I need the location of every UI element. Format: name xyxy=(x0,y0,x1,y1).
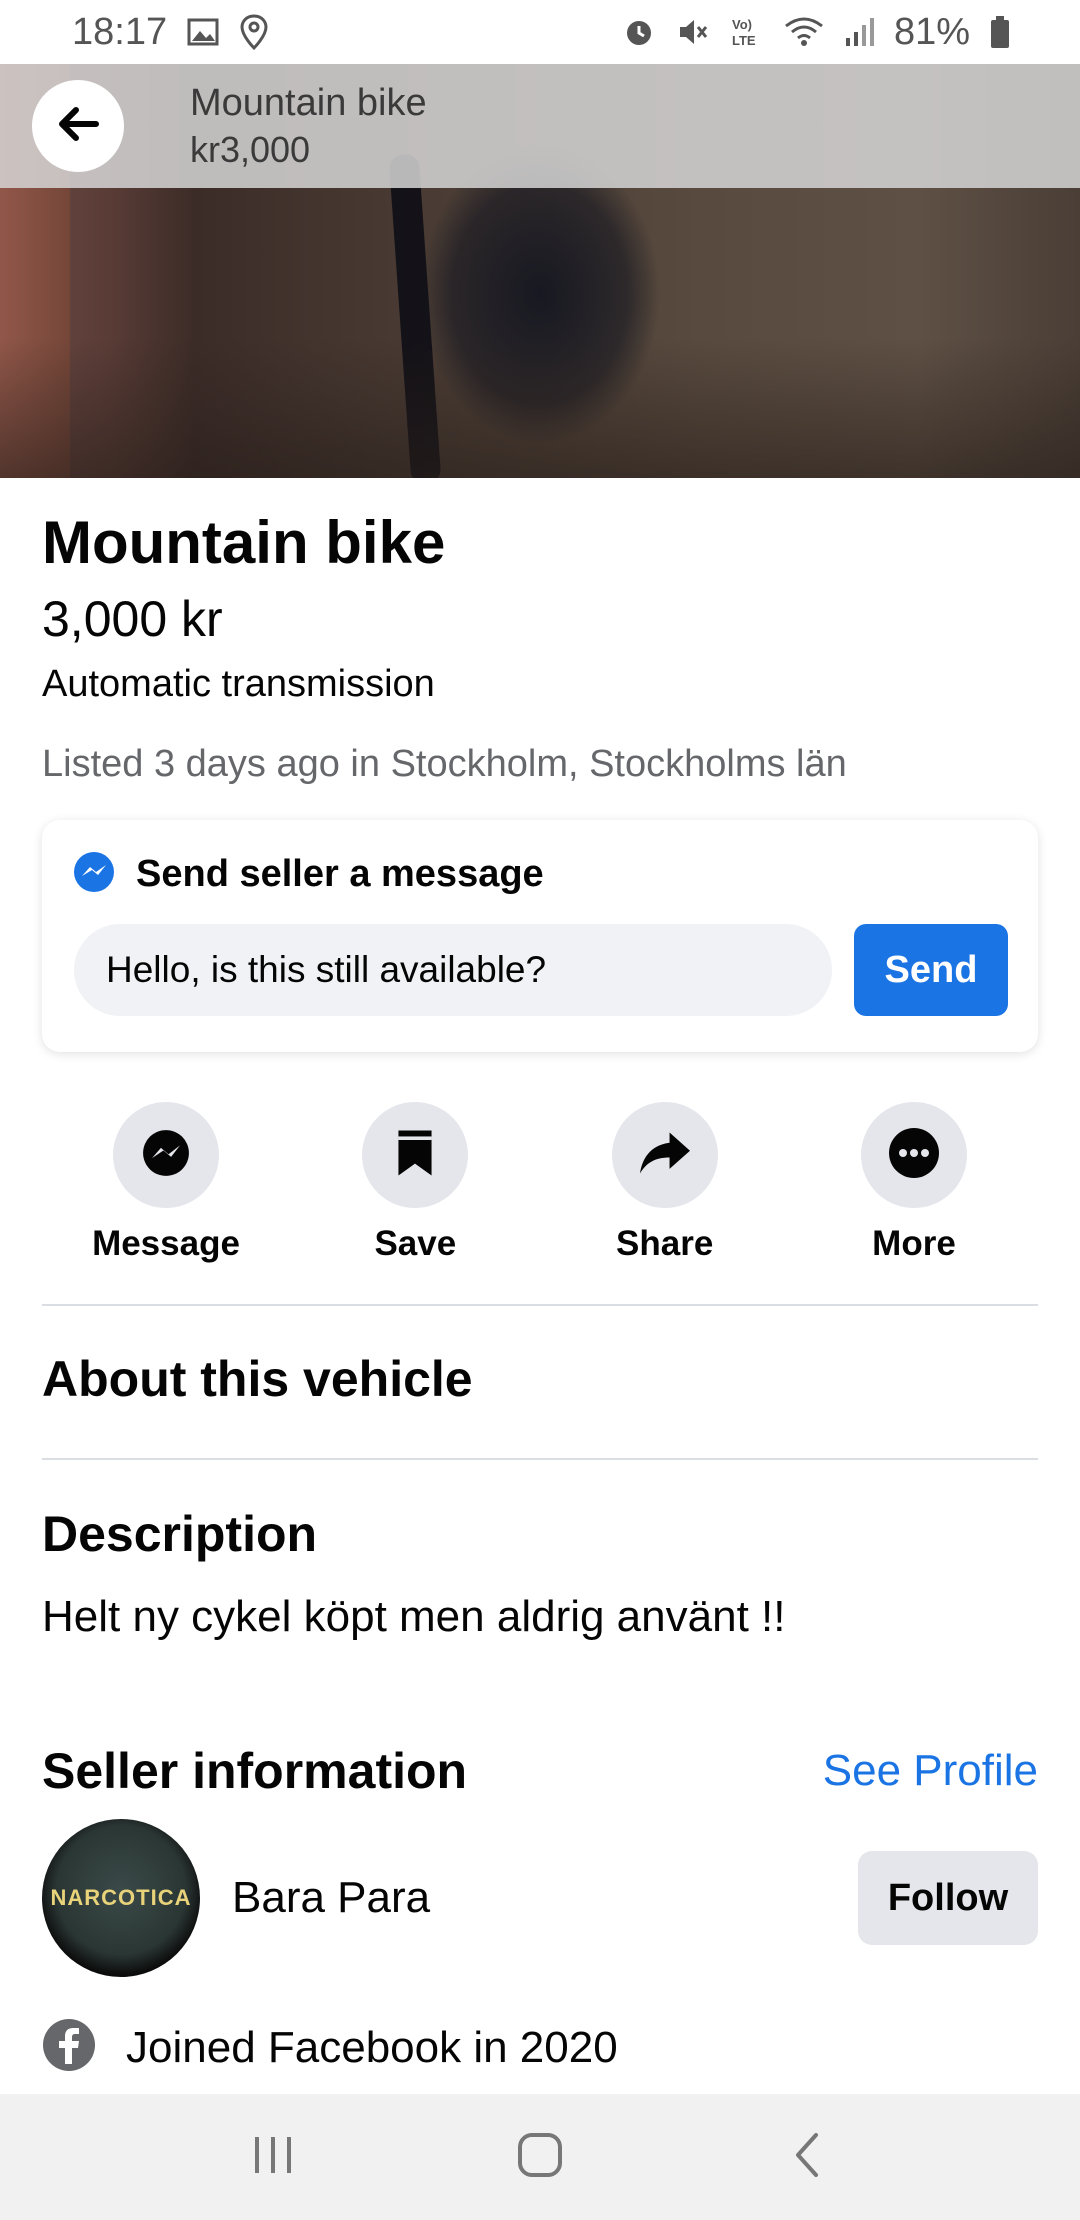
back-nav-button[interactable] xyxy=(757,2107,857,2207)
share-action-button[interactable] xyxy=(611,1102,718,1208)
divider xyxy=(42,1458,1038,1460)
save-action[interactable]: Save xyxy=(321,1102,509,1264)
recent-apps-icon xyxy=(251,2135,295,2180)
listing-header: Mountain bike kr3,000 xyxy=(0,64,1080,188)
send-button[interactable]: Send xyxy=(854,924,1008,1016)
image-icon xyxy=(187,18,219,46)
seller-name[interactable]: Bara Para xyxy=(232,1873,430,1923)
save-action-button[interactable] xyxy=(362,1102,469,1208)
divider xyxy=(42,1304,1038,1306)
share-action-label: Share xyxy=(616,1224,714,1263)
message-action-button[interactable] xyxy=(113,1102,219,1208)
joined-text: Joined Facebook in 2020 xyxy=(126,2022,618,2072)
facebook-icon xyxy=(42,2018,96,2077)
seller-info-heading: Seller information xyxy=(42,1743,468,1799)
recent-apps-button[interactable] xyxy=(223,2107,323,2207)
arrow-left-icon xyxy=(56,104,100,149)
back-button[interactable] xyxy=(32,80,124,172)
joined-row: Joined Facebook in 2020 xyxy=(42,2018,618,2077)
svg-text:LTE: LTE xyxy=(732,33,756,48)
avatar-text: NARCOTICA xyxy=(50,1885,192,1910)
see-profile-link[interactable]: See Profile xyxy=(823,1746,1038,1796)
message-action-label: Message xyxy=(92,1224,240,1263)
more-icon xyxy=(888,1127,940,1184)
save-action-label: Save xyxy=(374,1224,457,1263)
chevron-left-icon xyxy=(792,2131,822,2184)
send-message-card: Send seller a message Send xyxy=(42,820,1038,1052)
more-action[interactable]: More xyxy=(820,1102,1008,1264)
more-action-label: More xyxy=(872,1224,956,1263)
description-text: Helt ny cykel köpt men aldrig använt !! xyxy=(42,1592,786,1641)
message-card-title: Send seller a message xyxy=(136,853,544,895)
messenger-icon xyxy=(72,850,116,899)
photo-detail xyxy=(0,338,1080,478)
avatar[interactable]: NARCOTICA xyxy=(42,1819,200,1977)
listing-meta: Listed 3 days ago in Stockholm, Stockhol… xyxy=(42,743,847,785)
alarm-icon xyxy=(622,15,656,49)
wifi-icon xyxy=(784,16,824,48)
message-input[interactable] xyxy=(74,924,832,1016)
listing-attribute: Automatic transmission xyxy=(42,663,435,705)
signal-icon xyxy=(844,16,874,48)
action-row: Message Save Share More xyxy=(42,1102,1038,1264)
follow-button[interactable]: Follow xyxy=(858,1851,1038,1945)
home-button[interactable] xyxy=(490,2107,590,2207)
battery-icon xyxy=(990,15,1010,49)
battery-percent: 81% xyxy=(893,10,970,53)
about-vehicle-heading: About this vehicle xyxy=(42,1351,473,1407)
message-action[interactable]: Message xyxy=(72,1102,260,1264)
listing-price: 3,000 kr xyxy=(42,591,223,647)
description-heading: Description xyxy=(42,1506,318,1562)
bookmark-icon xyxy=(393,1127,437,1184)
location-icon xyxy=(239,14,269,50)
more-action-button[interactable] xyxy=(860,1102,967,1208)
header-title: Mountain bike xyxy=(190,81,427,124)
svg-text:Vo): Vo) xyxy=(732,17,752,32)
status-bar: 18:17 Vo) LTE 81% xyxy=(0,0,1080,64)
mute-icon xyxy=(676,15,710,49)
header-price: kr3,000 xyxy=(190,128,311,170)
share-icon xyxy=(637,1128,693,1183)
listing-title: Mountain bike xyxy=(42,509,446,576)
messenger-icon xyxy=(138,1125,194,1186)
system-nav-bar xyxy=(0,2094,1080,2220)
status-time: 18:17 xyxy=(72,10,168,53)
seller-row: NARCOTICA Bara Para Follow xyxy=(42,1818,1038,1978)
share-action[interactable]: Share xyxy=(571,1102,759,1264)
volte-icon: Vo) LTE xyxy=(730,15,764,49)
home-icon xyxy=(516,2131,564,2184)
